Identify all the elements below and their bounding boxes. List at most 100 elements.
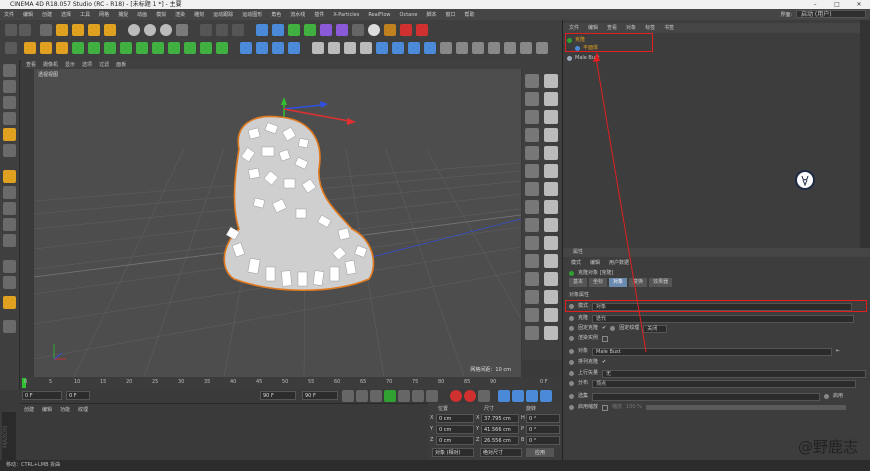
- param-key-icon[interactable]: [540, 390, 552, 402]
- side-tool-icon[interactable]: [525, 254, 539, 268]
- y-axis-icon[interactable]: [144, 24, 156, 36]
- tool-extra-icon[interactable]: [488, 42, 500, 54]
- menu-item[interactable]: X-Particles: [333, 12, 359, 18]
- menu-item[interactable]: 创建: [42, 11, 52, 18]
- side-tool-icon[interactable]: [544, 110, 558, 124]
- position-z-field[interactable]: 0 cm: [436, 436, 474, 445]
- maximize-icon[interactable]: □: [826, 0, 848, 9]
- side-tool-icon[interactable]: [544, 272, 558, 286]
- goto-start-icon[interactable]: [342, 390, 354, 402]
- timeline-ruler[interactable]: 0 5 10 15 20 25 30 35 40 45 50 55 60 65 …: [20, 377, 562, 389]
- menu-item[interactable]: 帮助: [465, 11, 475, 18]
- menu-item[interactable]: 窗口: [446, 11, 456, 18]
- octane-material-icon[interactable]: [328, 42, 340, 54]
- cube-icon[interactable]: [256, 24, 268, 36]
- snap-icon[interactable]: [3, 218, 16, 231]
- menu-item[interactable]: 运动图形: [242, 11, 262, 18]
- material-menu-item[interactable]: 编辑: [42, 406, 52, 413]
- side-tool-icon[interactable]: [544, 146, 558, 160]
- material-menu-item[interactable]: 创建: [24, 406, 34, 413]
- side-tool-icon[interactable]: [525, 164, 539, 178]
- prev-key-icon[interactable]: [356, 390, 368, 402]
- object-link-field[interactable]: Male Bust: [592, 347, 833, 356]
- scene-icon[interactable]: [336, 24, 348, 36]
- fix-texture-select[interactable]: 关闭: [643, 324, 668, 333]
- side-tool-icon[interactable]: [544, 254, 558, 268]
- checkmark-icon[interactable]: ✔: [602, 358, 606, 367]
- tool-extra-icon[interactable]: [504, 42, 516, 54]
- photoshop-icon[interactable]: [384, 24, 396, 36]
- side-tool-icon[interactable]: [544, 182, 558, 196]
- octane-camera-icon[interactable]: [344, 42, 356, 54]
- object-menu-item[interactable]: 书签: [664, 23, 674, 33]
- apply-button[interactable]: 应用: [526, 448, 554, 457]
- menu-item[interactable]: 流水线: [290, 11, 305, 18]
- voronoi-icon[interactable]: [200, 42, 212, 54]
- octane-light-icon[interactable]: [360, 42, 372, 54]
- menu-item[interactable]: 捕捉: [118, 11, 128, 18]
- solo-icon[interactable]: [3, 260, 16, 273]
- side-tool-icon[interactable]: [525, 74, 539, 88]
- side-tool-icon[interactable]: [544, 326, 558, 340]
- octane-render-icon[interactable]: [392, 42, 404, 54]
- array-icon[interactable]: [304, 24, 316, 36]
- tool-extra-icon[interactable]: [472, 42, 484, 54]
- rotate-key-icon[interactable]: [526, 390, 538, 402]
- tool-extra-icon[interactable]: [520, 42, 532, 54]
- spline-icon[interactable]: [168, 42, 180, 54]
- octane-export-icon[interactable]: [424, 42, 436, 54]
- x-axis-icon[interactable]: [128, 24, 140, 36]
- next-key-icon[interactable]: [412, 390, 424, 402]
- side-tool-icon[interactable]: [525, 128, 539, 142]
- menu-item[interactable]: 选择: [61, 11, 71, 18]
- side-tool-icon[interactable]: [525, 272, 539, 286]
- particles-icon[interactable]: [240, 42, 252, 54]
- extrude-icon[interactable]: [56, 42, 68, 54]
- size-z-field[interactable]: 26.556 cm: [481, 436, 519, 445]
- close-icon[interactable]: ✕: [848, 0, 870, 9]
- pick-arrow-icon[interactable]: ⇤: [836, 347, 840, 356]
- subdivision-icon[interactable]: [288, 24, 300, 36]
- menu-item[interactable]: 网格: [99, 11, 109, 18]
- tool-extra-icon[interactable]: [536, 42, 548, 54]
- side-tool-icon[interactable]: [544, 74, 558, 88]
- model-mode-icon[interactable]: [3, 80, 16, 93]
- viewport-canvas[interactable]: [34, 69, 521, 377]
- viewport-menu-item[interactable]: 过滤: [99, 61, 109, 68]
- grid-icon[interactable]: [3, 320, 16, 333]
- viewport-menu-item[interactable]: 选项: [82, 61, 92, 68]
- tracer-icon[interactable]: [136, 42, 148, 54]
- collider-icon[interactable]: [272, 42, 284, 54]
- side-tool-icon[interactable]: [525, 92, 539, 106]
- z-axis-icon[interactable]: [160, 24, 172, 36]
- emitter-icon[interactable]: [256, 42, 268, 54]
- side-tool-icon[interactable]: [525, 326, 539, 340]
- attr-menu-item[interactable]: 编辑: [590, 259, 600, 266]
- attr-menu-item[interactable]: 用户数据: [609, 259, 629, 266]
- object-menu-item[interactable]: 标签: [645, 23, 655, 33]
- side-tool-icon[interactable]: [525, 182, 539, 196]
- material-menu-item[interactable]: 纹理: [78, 406, 88, 413]
- deformer-icon[interactable]: [320, 24, 332, 36]
- menu-item[interactable]: 动画: [137, 11, 147, 18]
- flag-icon[interactable]: [416, 24, 428, 36]
- side-tool-icon[interactable]: [525, 236, 539, 250]
- distribution-select[interactable]: 顶点: [592, 379, 857, 388]
- side-tool-icon[interactable]: [544, 128, 558, 142]
- move-icon[interactable]: [56, 24, 68, 36]
- start-frame-field[interactable]: 0 F: [22, 391, 62, 400]
- tab-transform[interactable]: 变换: [629, 278, 648, 287]
- edges-mode-icon[interactable]: [3, 128, 16, 141]
- menu-item[interactable]: 编辑: [23, 11, 33, 18]
- side-tool-icon[interactable]: [544, 308, 558, 322]
- tweak-mode-icon[interactable]: [3, 186, 16, 199]
- next-frame-icon[interactable]: [398, 390, 410, 402]
- tab-object[interactable]: 对象: [609, 278, 628, 287]
- up-vector-select[interactable]: 无: [602, 369, 867, 378]
- perspective-viewport[interactable]: 透视视图 网格间距：10 cm: [34, 69, 521, 377]
- rotate-icon[interactable]: [88, 24, 100, 36]
- undo-icon[interactable]: [5, 24, 17, 36]
- side-tool-icon[interactable]: [525, 290, 539, 304]
- side-tool-icon[interactable]: [525, 110, 539, 124]
- side-tool-icon[interactable]: [525, 218, 539, 232]
